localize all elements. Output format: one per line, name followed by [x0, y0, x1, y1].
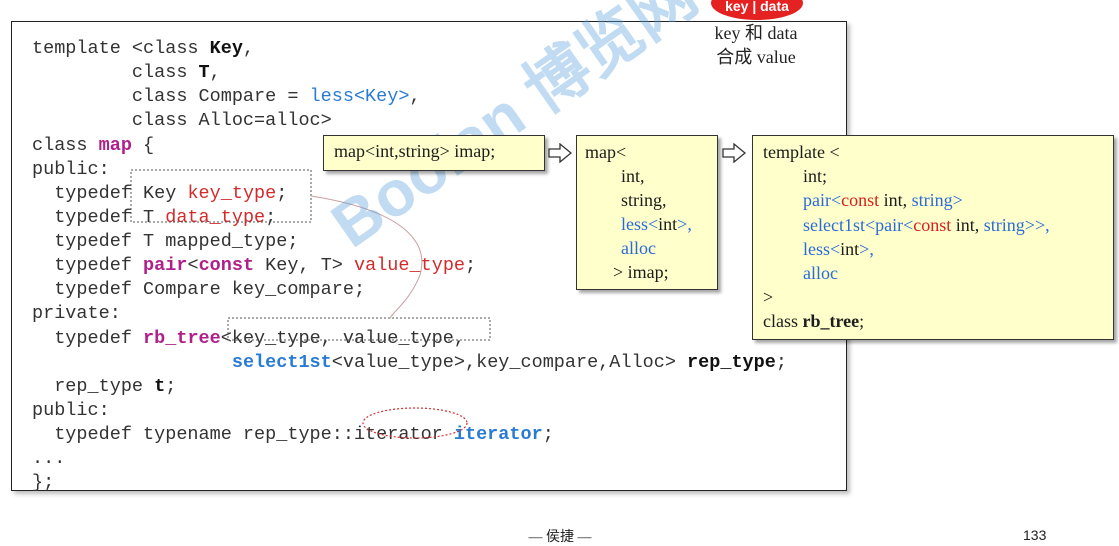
arrow-right-icon: [722, 143, 746, 163]
callout2-line-5: alloc: [621, 238, 656, 258]
callout-map-expanded: map< int, string, less<int>, alloc > ima…: [576, 135, 718, 290]
callout3-line-8: class rb_tree;: [763, 311, 865, 332]
callout3-line-3: pair<const int, string>: [803, 190, 963, 211]
callout3-line-2: int;: [803, 166, 828, 187]
callout2-line-4: less<int>,: [621, 214, 692, 234]
iterator-ellipse: [362, 407, 468, 439]
callout2-line-2: int,: [621, 166, 645, 186]
dotted-box-rbtree-args: [227, 317, 491, 341]
callout2-line-3: string,: [621, 190, 667, 210]
callout2-line-6: > imap;: [613, 262, 669, 282]
callout-map-declaration: map<int,string> imap;: [323, 135, 545, 171]
callout3-line-1: template <: [763, 142, 840, 162]
callout-map-declaration-text: map<int,string> imap;: [334, 141, 496, 161]
callout3-line-6: alloc: [803, 263, 838, 284]
callout3-line-7: >: [763, 287, 774, 308]
connector-curve: [310, 195, 423, 319]
callout3-line-5: less<int>,: [803, 238, 874, 259]
page-number: 133: [1023, 527, 1047, 543]
arrow-right-icon: [548, 143, 572, 163]
callout3-line-4: select1st<pair<const int, string>>,: [803, 214, 1050, 235]
footer-author: — 侯捷 —: [528, 530, 592, 545]
callout2-line-1: map<: [585, 142, 627, 162]
dotted-box-key-data: [130, 169, 312, 223]
callout-rbtree-expanded: template < int; pair<const int, string> …: [752, 135, 1114, 340]
